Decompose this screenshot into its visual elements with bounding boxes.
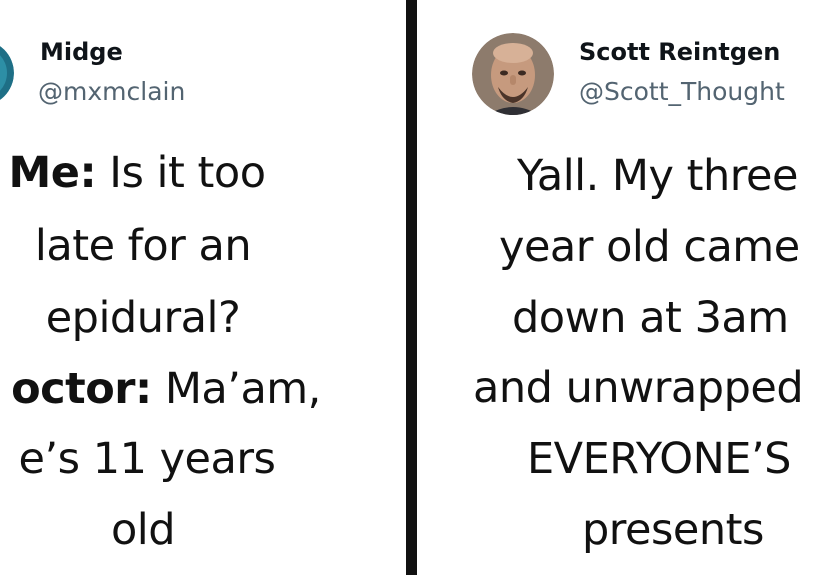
tweet-line: EVERYONE’S: [527, 434, 791, 484]
tweet-line: presents: [582, 505, 764, 555]
tweet-line: octor: Ma’am,: [11, 364, 321, 414]
author-handle[interactable]: @Scott_Thought: [579, 77, 785, 106]
panel-divider: [406, 0, 417, 575]
tweet-line: old: [110, 505, 176, 555]
profile-avatar-icon[interactable]: [0, 40, 14, 106]
tweet-line: e’s 11 years: [18, 434, 276, 484]
speaker-label: octor:: [11, 364, 152, 414]
author-name[interactable]: Midge: [40, 38, 123, 66]
tweet-line: down at 3am: [512, 293, 789, 343]
profile-photo-icon[interactable]: [472, 33, 554, 115]
tweet-line: Yall. My three: [517, 151, 798, 201]
right-tweet-card: Scott Reintgen @Scott_Thought Yall. My t…: [417, 0, 825, 575]
author-handle[interactable]: @mxmclain: [38, 77, 185, 106]
tweet-line: Me: Is it too: [8, 148, 266, 198]
tweet-line: and unwrapped: [473, 363, 804, 413]
tweet-line: epidural?: [45, 293, 241, 343]
tweet-line: year old came: [499, 222, 800, 272]
author-name[interactable]: Scott Reintgen: [579, 38, 780, 66]
tweet-line: late for an: [34, 221, 252, 271]
speaker-label: Me:: [8, 148, 97, 198]
left-tweet-card: Midge @mxmclain Me: Is it too late for a…: [0, 0, 406, 575]
